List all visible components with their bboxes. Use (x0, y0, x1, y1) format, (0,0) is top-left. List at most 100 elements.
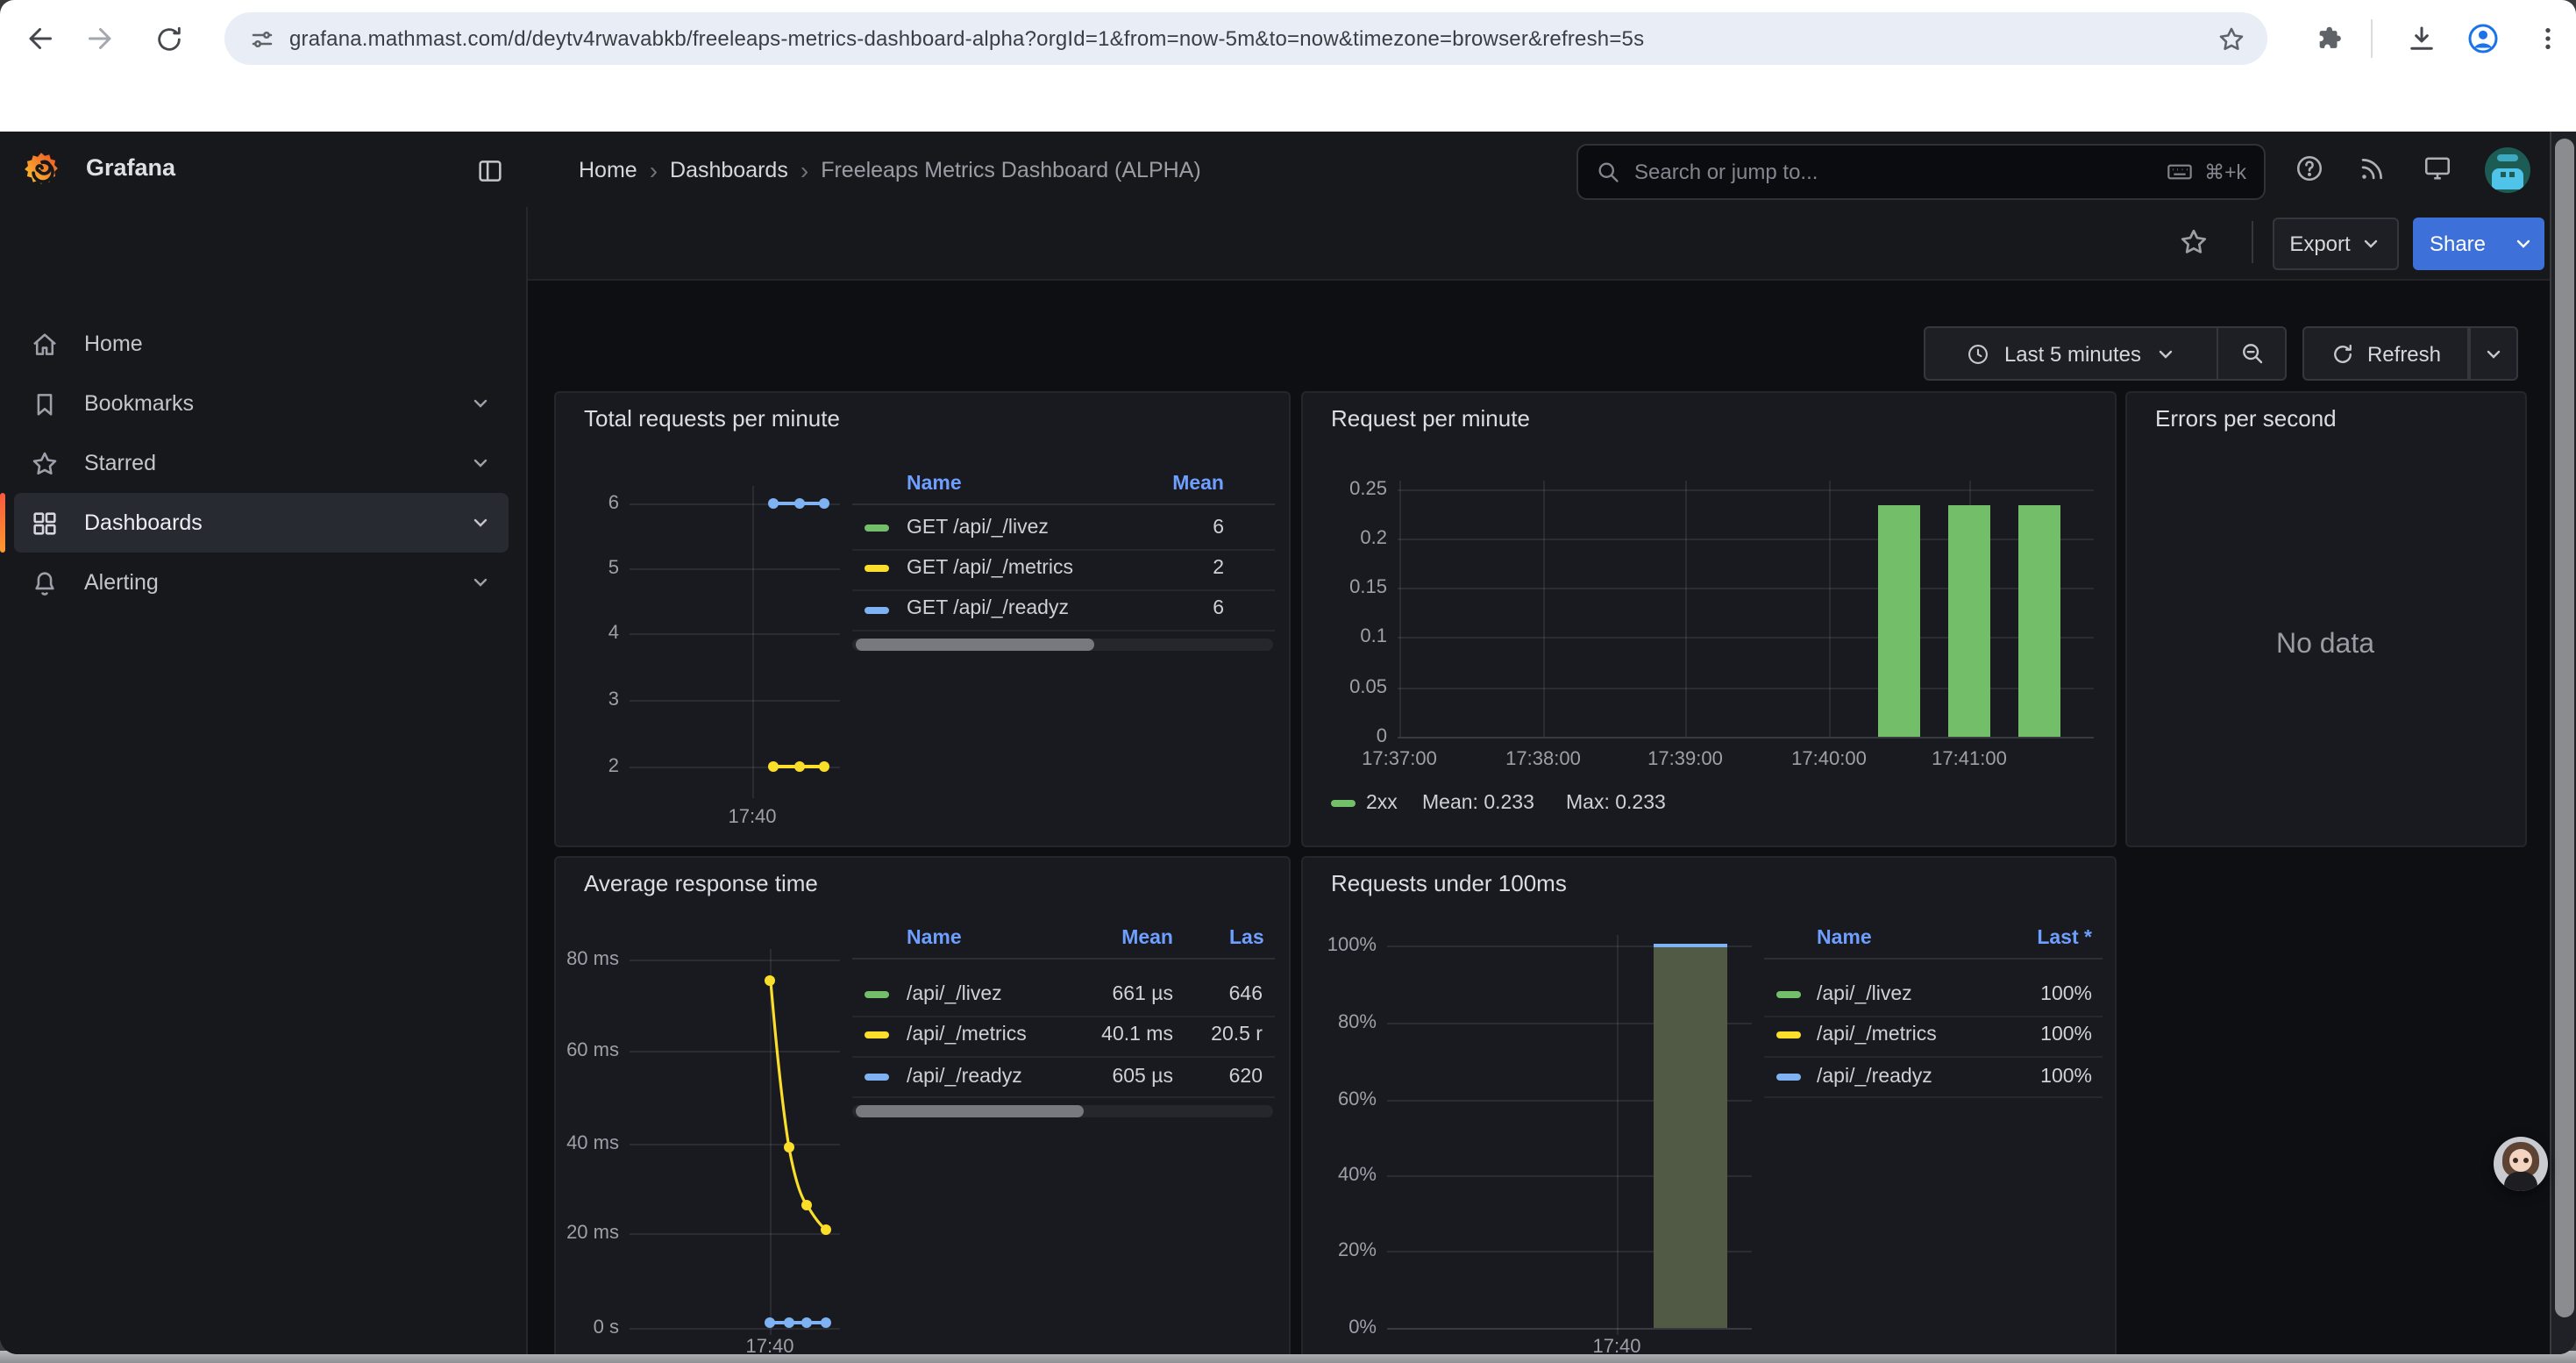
time-controls: Last 5 minutes Refresh (1924, 326, 2518, 381)
chevron-down-icon[interactable] (470, 453, 491, 474)
favorite-star-icon[interactable] (2174, 223, 2213, 261)
breadcrumb-dashboards[interactable]: Dashboards (670, 158, 788, 182)
legend-scrollbar[interactable] (852, 1105, 1273, 1117)
back-icon[interactable] (18, 18, 60, 60)
grafana-brand[interactable]: Grafana (86, 154, 175, 181)
area-fill (1654, 946, 1727, 1328)
share-button[interactable]: Share (2413, 218, 2502, 270)
toolbar-divider (2371, 19, 2373, 58)
x-axis-label: 17:40 (1592, 1337, 1640, 1354)
bookmark-star-icon[interactable] (2217, 24, 2246, 54)
bar-2xx (1948, 505, 1990, 737)
selected-indicator (0, 493, 5, 553)
url-bar[interactable]: grafana.mathmast.com/d/deytv4rwavabkb/fr… (224, 12, 2267, 65)
legend-swatch (1776, 1074, 1801, 1081)
sidebar: Home Bookmarks Starred Dashboards (0, 207, 528, 1354)
menu-kebab-icon[interactable] (2529, 18, 2567, 60)
download-icon[interactable] (2401, 18, 2443, 60)
search-input[interactable]: Search or jump to... ⌘+k (1576, 144, 2266, 200)
page-scrollbar[interactable] (2550, 132, 2576, 1354)
panel-title[interactable]: Errors per second (2155, 405, 2337, 432)
chevron-down-icon (2483, 343, 2504, 364)
panel-title[interactable]: Total requests per minute (584, 405, 840, 432)
bar-2xx (1878, 505, 1920, 737)
x-axis-label: 17:40 (745, 1337, 793, 1354)
legend-swatch (865, 1031, 889, 1038)
help-icon[interactable] (2290, 149, 2329, 188)
breadcrumb-separator: › (788, 156, 821, 184)
chevron-down-icon (2361, 233, 2382, 254)
legend-swatch (865, 565, 889, 572)
grafana-top-nav: Grafana Home › Dashboards › Freeleaps Me… (0, 132, 2576, 209)
news-rss-icon[interactable] (2352, 149, 2390, 188)
panel-average-response-time[interactable]: Average response time 80 ms 60 ms 40 ms … (554, 856, 1291, 1354)
breadcrumb-separator: › (637, 156, 670, 184)
home-icon (30, 329, 60, 359)
site-settings-icon[interactable] (249, 25, 275, 52)
extensions-icon[interactable] (2308, 18, 2350, 60)
chevron-down-icon[interactable] (470, 393, 491, 414)
panel-total-requests[interactable]: Total requests per minute 6 5 4 3 2 (554, 391, 1291, 847)
breadcrumb-home[interactable]: Home (579, 158, 637, 182)
refresh-button[interactable]: Refresh (2302, 326, 2469, 381)
monitor-icon[interactable] (2418, 149, 2457, 188)
sidebar-item-dashboards[interactable]: Dashboards (14, 493, 509, 553)
bell-icon (30, 567, 60, 597)
panel-title[interactable]: Request per minute (1331, 405, 1530, 432)
sidebar-item-alerting[interactable]: Alerting (14, 553, 509, 612)
bookmarks-bar: Freeleaps 收藏博客 (0, 77, 2576, 133)
x-axis-label: 17:40 (728, 807, 776, 828)
dock-menu-icon[interactable] (470, 151, 509, 189)
chevron-down-icon (2512, 233, 2533, 254)
legend-swatch (865, 1074, 889, 1081)
grafana-logo-icon[interactable] (23, 151, 60, 188)
series-line-top (1654, 944, 1727, 947)
export-button[interactable]: Export (2273, 218, 2399, 270)
chevron-down-icon[interactable] (470, 572, 491, 593)
panel-errors-per-second[interactable]: Errors per second No data (2125, 391, 2527, 847)
assistant-avatar[interactable] (2494, 1137, 2548, 1191)
sidebar-item-starred[interactable]: Starred (14, 433, 509, 493)
panel-request-per-minute[interactable]: Request per minute 0.25 0.2 0.15 0.1 0.0… (1301, 391, 2117, 847)
legend-swatch (865, 525, 889, 532)
browser-toolbar: grafana.mathmast.com/d/deytv4rwavabkb/fr… (0, 0, 2576, 77)
time-range-picker[interactable]: Last 5 minutes (1924, 326, 2218, 381)
reload-icon[interactable] (147, 18, 189, 60)
breadcrumb: Home › Dashboards › Freeleaps Metrics Da… (579, 156, 1201, 184)
breadcrumb-current: Freeleaps Metrics Dashboard (ALPHA) (821, 158, 1201, 182)
refresh-icon (2330, 341, 2355, 366)
chevron-down-icon[interactable] (470, 512, 491, 533)
legend-scrollbar[interactable] (852, 639, 1273, 651)
legend-swatch (1776, 1031, 1801, 1038)
toolbar-divider (2252, 221, 2253, 263)
bar-2xx (2018, 505, 2060, 737)
refresh-interval-dropdown[interactable] (2469, 326, 2518, 381)
sidebar-item-bookmarks[interactable]: Bookmarks (14, 374, 509, 433)
search-placeholder: Search or jump to... (1634, 160, 2166, 184)
zoom-out-button[interactable] (2218, 326, 2287, 381)
panel-requests-under-100ms[interactable]: Requests under 100ms 100% 80% 60% 40% 20… (1301, 856, 2117, 1354)
legend-swatch (1776, 991, 1801, 998)
user-avatar[interactable] (2485, 147, 2530, 193)
browser-window: grafana.mathmast.com/d/deytv4rwavabkb/fr… (0, 0, 2576, 1354)
search-shortcut: ⌘+k (2204, 160, 2246, 184)
legend-swatch (865, 607, 889, 614)
dashboard-toolbar: Export Share (526, 207, 2576, 281)
legend-swatch (865, 991, 889, 998)
bookmark-icon (30, 389, 60, 418)
scrollbar-thumb[interactable] (2555, 139, 2574, 1317)
url-text[interactable]: grafana.mathmast.com/d/deytv4rwavabkb/fr… (289, 26, 2217, 51)
clock-icon (1966, 341, 1990, 366)
search-icon (1596, 160, 1620, 184)
zoom-out-icon (2238, 340, 2265, 367)
no-data-message: No data (2276, 630, 2374, 661)
share-dropdown-button[interactable] (2501, 218, 2544, 270)
sidebar-item-home[interactable]: Home (14, 314, 509, 374)
profile-icon[interactable] (2462, 18, 2504, 60)
dashboards-grid-icon (30, 508, 60, 538)
forward-icon[interactable] (81, 18, 123, 60)
legend-swatch (1331, 800, 1356, 807)
star-icon (30, 448, 60, 478)
panel-title[interactable]: Requests under 100ms (1331, 870, 1567, 896)
keyboard-icon (2166, 158, 2194, 186)
